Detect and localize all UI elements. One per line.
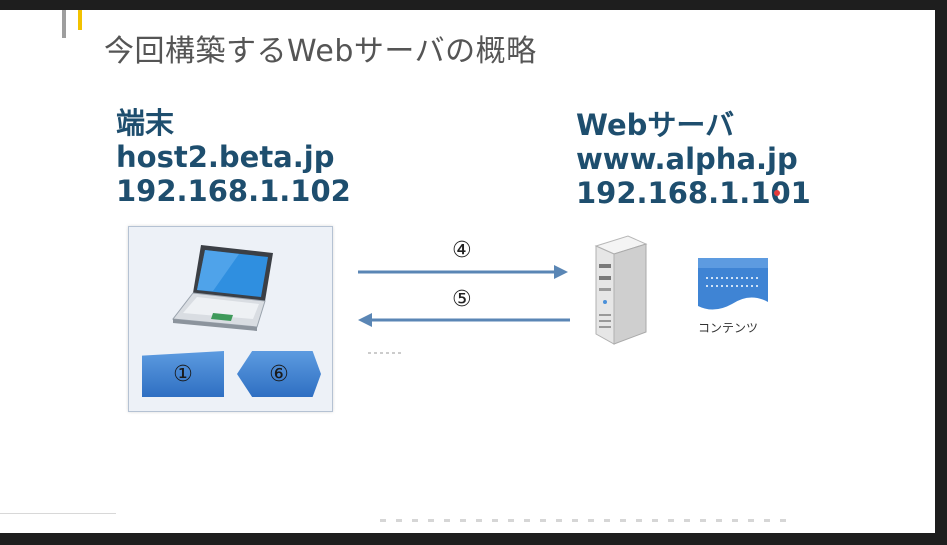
request-arrow	[358, 265, 568, 279]
pointer-marker	[774, 190, 780, 196]
terminal-hostname: host2.beta.jp	[116, 140, 335, 174]
step-6-tag: ⑥	[237, 351, 321, 397]
terminal-info: 端末 host2.beta.jp 192.168.1.102	[116, 106, 351, 208]
slide: 今回構築するWebサーバの概略 端末 host2.beta.jp 192.168…	[0, 10, 935, 533]
content-caption: コンテンツ	[698, 321, 759, 335]
faint-artifact	[368, 352, 404, 354]
document-icon	[698, 258, 768, 310]
terminal-panel: ① ⑥	[128, 226, 333, 412]
laptop-icon	[172, 245, 273, 331]
terminal-role: 端末	[116, 106, 175, 140]
title-accent-yellow	[78, 10, 82, 30]
server-tower-icon	[594, 235, 648, 345]
response-step-label: ⑤	[452, 287, 472, 312]
request-step-label: ④	[452, 238, 472, 263]
server-role: Webサーバ	[576, 108, 735, 142]
title-accent-gray	[62, 10, 66, 38]
server-hostname: www.alpha.jp	[576, 142, 798, 176]
slide-title: 今回構築するWebサーバの概略	[104, 34, 537, 69]
footer-artifact	[380, 519, 790, 522]
terminal-ip: 192.168.1.102	[116, 174, 351, 208]
footer-divider	[0, 513, 116, 514]
response-arrow	[358, 313, 570, 327]
step-1-tag: ①	[142, 351, 224, 397]
